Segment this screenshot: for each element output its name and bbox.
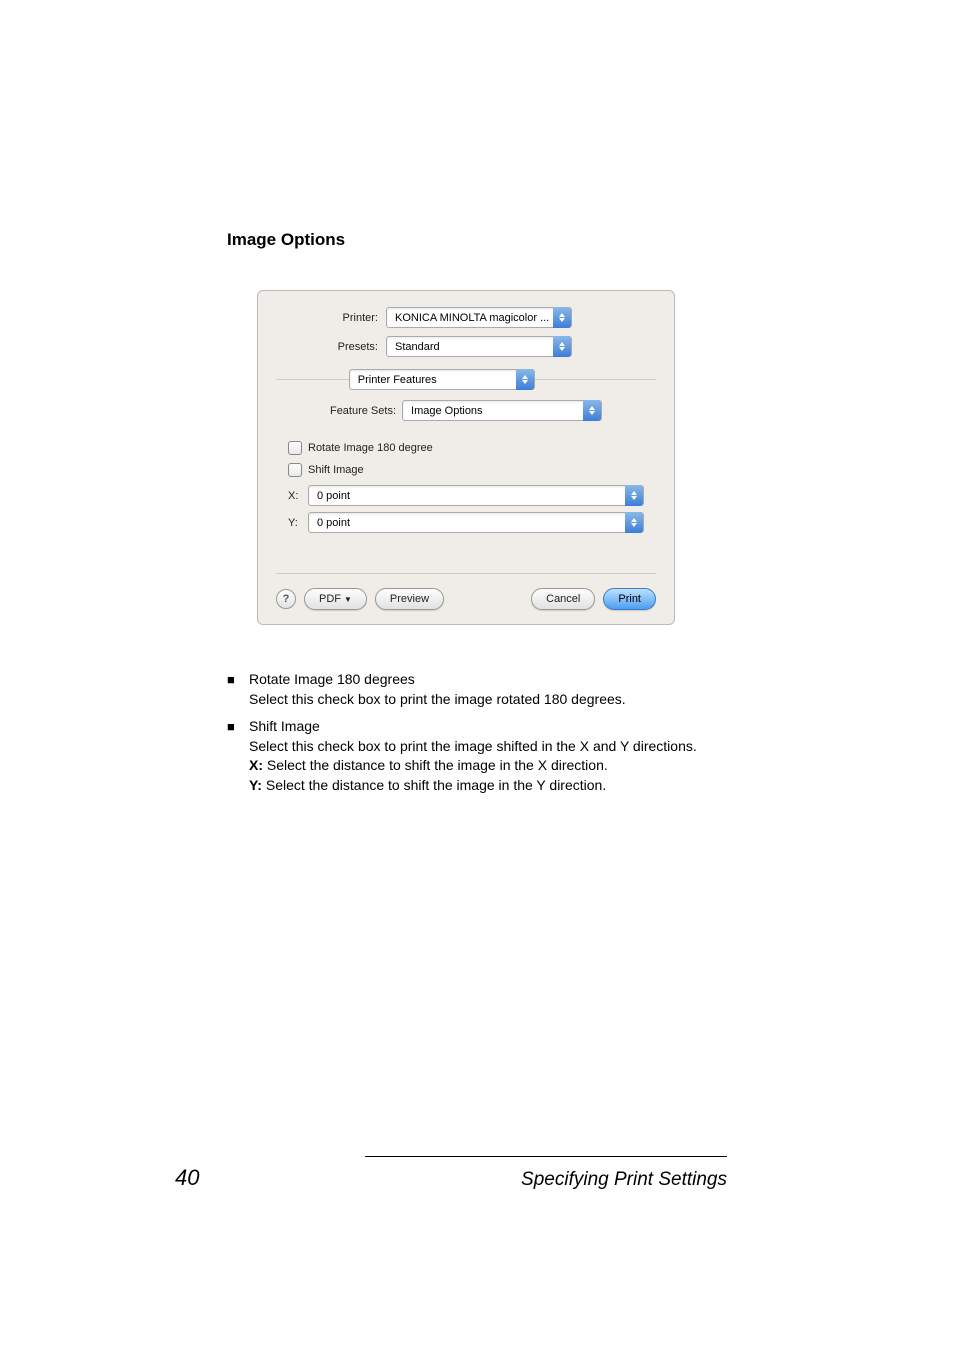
printer-select-text: KONICA MINOLTA magicolor ... xyxy=(387,312,553,324)
x-select-text: 0 point xyxy=(309,490,625,502)
presets-label: Presets: xyxy=(276,341,386,353)
desc-text: Select the distance to shift the image i… xyxy=(266,777,606,793)
pane-divider-row: Printer Features xyxy=(276,369,656,390)
pane-select-text: Printer Features xyxy=(350,374,516,386)
x-select[interactable]: 0 point xyxy=(308,485,644,506)
stepper-arrows-icon xyxy=(583,400,601,421)
print-dialog: Printer: KONICA MINOLTA magicolor ... Pr… xyxy=(257,290,675,625)
footer-rule xyxy=(365,1156,727,1157)
bullet-desc: Select this check box to print the image… xyxy=(249,737,727,757)
footer-row: 40 Specifying Print Settings xyxy=(175,1165,727,1191)
cancel-button[interactable]: Cancel xyxy=(531,588,595,610)
presets-row: Presets: Standard xyxy=(276,336,656,357)
help-button[interactable]: ? xyxy=(276,589,296,609)
stepper-arrows-icon xyxy=(553,336,571,357)
bullet-marker-icon: ■ xyxy=(227,670,249,709)
print-button[interactable]: Print xyxy=(603,588,656,610)
cancel-button-label: Cancel xyxy=(546,593,580,605)
stepper-arrows-icon xyxy=(625,512,643,533)
section-heading: Image Options xyxy=(227,230,727,250)
rotate-checkbox-row: Rotate Image 180 degree xyxy=(288,441,644,455)
pdf-button[interactable]: PDF ▼ xyxy=(304,588,367,610)
shift-checkbox-label: Shift Image xyxy=(308,464,364,476)
printer-label: Printer: xyxy=(276,312,386,324)
divider-line xyxy=(535,379,656,380)
presets-select[interactable]: Standard xyxy=(386,336,572,357)
options-group: Rotate Image 180 degree Shift Image X: 0… xyxy=(276,435,656,547)
x-label: X: xyxy=(288,490,302,502)
feature-sets-select-text: Image Options xyxy=(403,405,583,417)
x-row: X: 0 point xyxy=(288,485,644,506)
y-select-text: 0 point xyxy=(309,517,625,529)
footer-section-title: Specifying Print Settings xyxy=(521,1169,727,1191)
rotate-checkbox-label: Rotate Image 180 degree xyxy=(308,442,433,454)
bold-prefix: Y: xyxy=(249,777,266,793)
pane-select[interactable]: Printer Features xyxy=(349,369,535,390)
rotate-checkbox[interactable] xyxy=(288,441,302,455)
printer-row: Printer: KONICA MINOLTA magicolor ... xyxy=(276,307,656,328)
bullet-desc: Select this check box to print the image… xyxy=(249,690,727,710)
shift-checkbox-row: Shift Image xyxy=(288,463,644,477)
feature-sets-label: Feature Sets: xyxy=(330,405,396,417)
bullet-title: Rotate Image 180 degrees xyxy=(249,670,727,690)
stepper-arrows-icon xyxy=(553,307,571,328)
bullet-body: Shift Image Select this check box to pri… xyxy=(249,717,727,795)
shift-checkbox[interactable] xyxy=(288,463,302,477)
bullet-marker-icon: ■ xyxy=(227,717,249,795)
page-number: 40 xyxy=(175,1165,199,1191)
y-label: Y: xyxy=(288,517,302,529)
desc-text: Select the distance to shift the image i… xyxy=(267,757,608,773)
stepper-arrows-icon xyxy=(625,485,643,506)
page-footer: 40 Specifying Print Settings xyxy=(175,1156,727,1191)
stepper-arrows-icon xyxy=(516,369,534,390)
bullet-list: ■ Rotate Image 180 degrees Select this c… xyxy=(227,670,727,796)
bullet-desc: Y: Select the distance to shift the imag… xyxy=(249,776,727,796)
divider-line xyxy=(276,573,656,574)
print-button-label: Print xyxy=(618,593,641,605)
bullet-item: ■ Rotate Image 180 degrees Select this c… xyxy=(227,670,727,709)
preview-button[interactable]: Preview xyxy=(375,588,444,610)
y-row: Y: 0 point xyxy=(288,512,644,533)
bullet-desc: X: Select the distance to shift the imag… xyxy=(249,756,727,776)
pdf-button-label: PDF xyxy=(319,593,341,605)
button-row: ? PDF ▼ Preview Cancel Print xyxy=(276,588,656,610)
chevron-down-icon: ▼ xyxy=(344,595,352,604)
divider-line xyxy=(276,379,349,380)
feature-sets-select[interactable]: Image Options xyxy=(402,400,602,421)
y-select[interactable]: 0 point xyxy=(308,512,644,533)
preview-button-label: Preview xyxy=(390,593,429,605)
bold-prefix: X: xyxy=(249,757,267,773)
printer-select[interactable]: KONICA MINOLTA magicolor ... xyxy=(386,307,572,328)
bullet-title: Shift Image xyxy=(249,717,727,737)
bullet-body: Rotate Image 180 degrees Select this che… xyxy=(249,670,727,709)
presets-select-text: Standard xyxy=(387,341,553,353)
feature-sets-row: Feature Sets: Image Options xyxy=(276,400,656,421)
bullet-item: ■ Shift Image Select this check box to p… xyxy=(227,717,727,795)
